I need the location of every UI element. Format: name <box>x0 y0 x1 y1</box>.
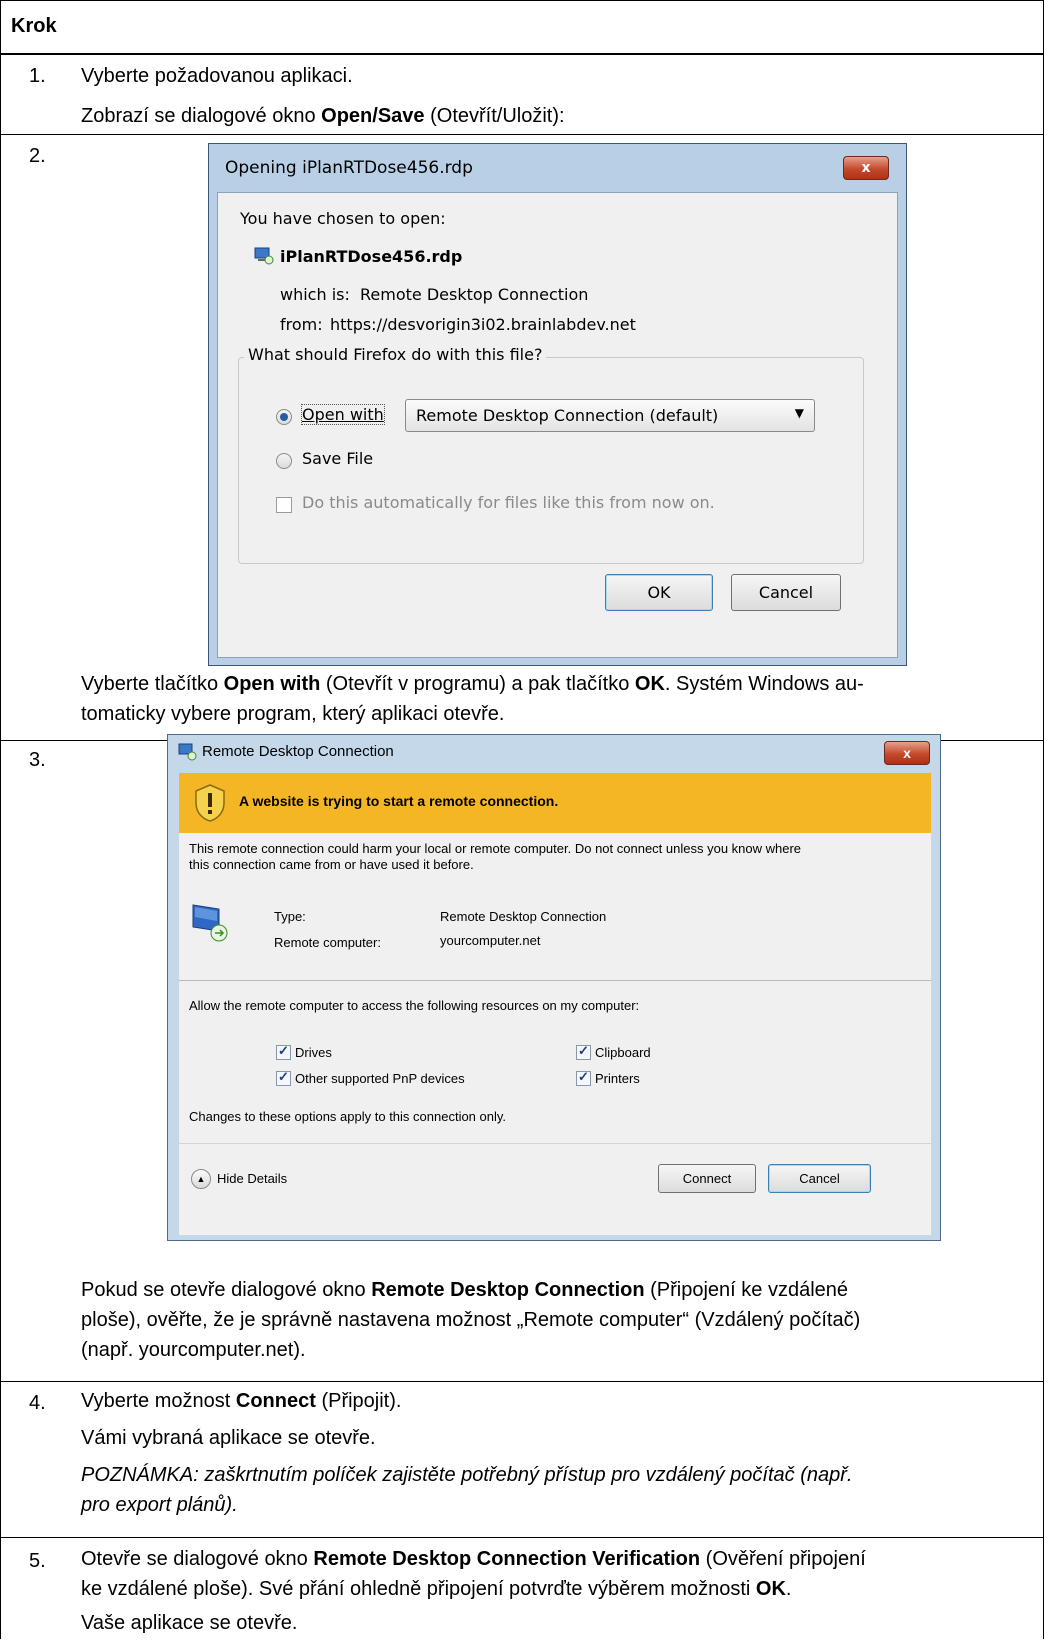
auto-checkbox[interactable] <box>276 497 292 513</box>
description-line-1: This remote connection could harm your l… <box>189 841 802 856</box>
step-line: Vyberte tlačítko Open with (Otevřít v pr… <box>81 673 864 695</box>
warning-text: A website is trying to start a remote co… <box>239 793 559 809</box>
step-number: 4. <box>29 1392 46 1414</box>
step-number: 2. <box>29 145 46 167</box>
printers-label: Printers <box>595 1071 640 1086</box>
note-line: pro export plánů). <box>81 1494 238 1516</box>
rdp-app-icon <box>178 743 198 766</box>
step-line: tomaticky vybere program, který aplikaci… <box>81 703 505 725</box>
file-name: iPlanRTDose456.rdp <box>280 247 463 266</box>
save-file-label[interactable]: Save File <box>302 449 373 468</box>
dialog-title: Remote Desktop Connection <box>202 743 394 760</box>
close-button[interactable]: x <box>884 741 930 765</box>
computer-icon <box>189 901 229 948</box>
group-label: What should Firefox do with this file? <box>244 345 547 364</box>
step-number: 5. <box>29 1550 46 1572</box>
step-line: Vaše aplikace se otevře. <box>81 1612 298 1634</box>
chevron-up-icon[interactable]: ▲ <box>191 1169 211 1189</box>
cancel-button[interactable]: Cancel <box>768 1164 871 1193</box>
hide-details-link[interactable]: Hide Details <box>217 1171 287 1186</box>
step-line: Vámi vybraná aplikace se otevře. <box>81 1427 376 1449</box>
open-with-select[interactable]: Remote Desktop Connection (default) ▼ <box>405 399 815 432</box>
changes-note: Changes to these options apply to this c… <box>189 1109 507 1124</box>
which-is-label: which is: <box>280 285 350 304</box>
step-line: Pokud se otevře dialogové okno Remote De… <box>81 1279 849 1301</box>
step-line: (např. yourcomputer.net). <box>81 1339 306 1361</box>
type-value: Remote Desktop Connection <box>440 909 607 924</box>
open-with-label[interactable]: Open with <box>301 404 385 425</box>
step-row-4: 4. Vyberte možnost Connect (Připojit). V… <box>0 1382 1044 1538</box>
drives-checkbox[interactable] <box>276 1043 291 1060</box>
drives-label: Drives <box>295 1045 332 1060</box>
dialog-title: Opening iPlanRTDose456.rdp <box>225 158 473 178</box>
pnp-label: Other supported PnP devices <box>295 1071 465 1086</box>
header-krok: Krok <box>11 15 57 37</box>
chosen-label: You have chosen to open: <box>240 209 446 228</box>
allow-label: Allow the remote computer to access the … <box>189 998 640 1013</box>
step-text: Vyberte požadovanou aplikaci. Zobrazí se… <box>81 61 1026 131</box>
dialog-body: This remote connection could harm your l… <box>179 833 931 1235</box>
type-label: Type: <box>274 909 306 924</box>
from-label: from: <box>280 315 323 334</box>
from-value: https://desvorigin3i02.brainlabdev.net <box>330 315 636 334</box>
clipboard-label: Clipboard <box>595 1045 651 1060</box>
step-line: Vyberte možnost Connect (Připojit). <box>81 1390 402 1412</box>
step-text: Otevře se dialogové okno Remote Desktop … <box>81 1544 1026 1638</box>
clipboard-checkbox[interactable] <box>576 1043 591 1060</box>
printers-checkbox[interactable] <box>576 1069 591 1086</box>
pnp-checkbox[interactable] <box>276 1069 291 1086</box>
step-line: Otevře se dialogové okno Remote Desktop … <box>81 1548 866 1570</box>
remote-computer-value: yourcomputer.net <box>440 933 541 948</box>
firefox-open-dialog: Opening iPlanRTDose456.rdp x You have ch… <box>208 143 907 666</box>
step-line: Zobrazí se dialogové okno Open/Save (Ote… <box>81 105 565 127</box>
dropdown-arrow-icon: ▼ <box>794 406 804 420</box>
shield-warning-icon <box>193 783 227 828</box>
dialog-body: You have chosen to open: iPlanRTDose456.… <box>217 192 898 658</box>
open-with-value: Remote Desktop Connection (default) <box>416 406 719 425</box>
step-line: ploše), ověřte, že je správně nastavena … <box>81 1309 861 1331</box>
cancel-button[interactable]: Cancel <box>731 574 841 611</box>
note-line: POZNÁMKA: zaškrtnutím políček zajistěte … <box>81 1464 853 1486</box>
rdp-file-icon <box>254 247 274 265</box>
rdp-dialog: Remote Desktop Connection x A website is… <box>167 734 941 1241</box>
step-number: 1. <box>29 65 46 87</box>
auto-label: Do this automatically for files like thi… <box>302 493 715 512</box>
step-line: Vyberte požadovanou aplikaci. <box>81 65 353 87</box>
step-row-1: 1. Vyberte požadovanou aplikaci. Zobrazí… <box>0 55 1044 135</box>
remote-computer-label: Remote computer: <box>274 935 381 950</box>
divider <box>179 1143 931 1144</box>
step-row-5: 5. Otevře se dialogové okno Remote Deskt… <box>0 1538 1044 1639</box>
table-header-row: Krok <box>0 0 1044 55</box>
description-line-2: this connection came from or have used i… <box>189 857 474 872</box>
which-is-value: Remote Desktop Connection <box>360 285 589 304</box>
step-text: Vyberte možnost Connect (Připojit). Vámi… <box>81 1386 1026 1520</box>
divider <box>179 980 931 981</box>
warning-banner: A website is trying to start a remote co… <box>179 773 931 833</box>
open-with-radio[interactable] <box>276 409 292 425</box>
step-line: ke vzdálené ploše). Své přání ohledně př… <box>81 1578 792 1600</box>
ok-button[interactable]: OK <box>605 574 713 611</box>
connect-button[interactable]: Connect <box>658 1164 756 1193</box>
step-text: Vyberte tlačítko Open with (Otevřít v pr… <box>81 669 1026 729</box>
step-text: Pokud se otevře dialogové okno Remote De… <box>81 1275 1026 1365</box>
close-button[interactable]: x <box>843 156 889 180</box>
save-file-radio[interactable] <box>276 453 292 469</box>
step-number: 3. <box>29 749 46 771</box>
